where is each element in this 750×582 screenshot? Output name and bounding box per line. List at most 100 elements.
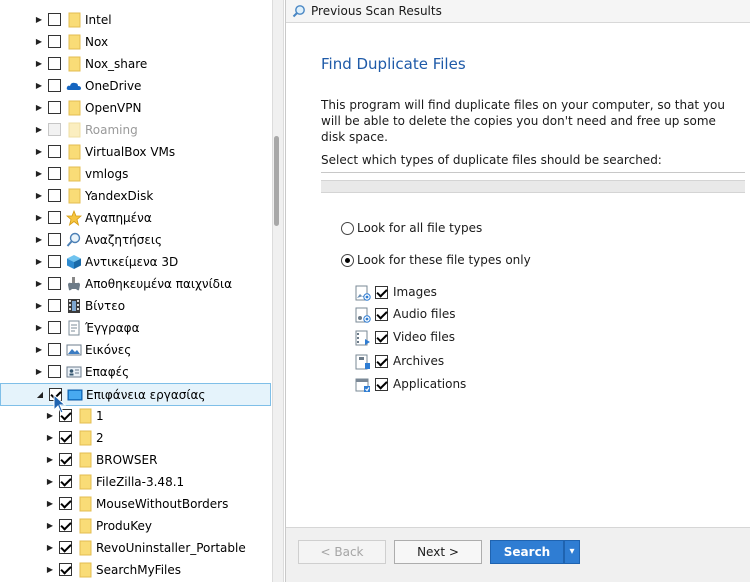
expand-arrow-icon[interactable]: ▶ [34,323,44,333]
panel-splitter[interactable] [272,0,284,582]
radio-these-file-types-only[interactable] [341,254,354,267]
expand-arrow-icon[interactable]: ▶ [34,37,44,47]
file-type-checkbox[interactable] [375,308,388,321]
tree-item-checkbox[interactable] [48,79,61,92]
tree-item-checkbox[interactable] [59,431,72,444]
tree-item[interactable]: ▶ YandexDisk [0,185,272,207]
file-type-checkbox[interactable] [375,378,388,391]
tree-item-checkbox[interactable] [59,541,72,554]
file-type-option[interactable]: Images [355,285,535,303]
tree-item-checkbox[interactable] [48,299,61,312]
tree-item[interactable]: ▶ OneDrive [0,75,272,97]
expand-arrow-icon[interactable]: ▶ [45,565,55,575]
tree-item-checkbox[interactable] [48,167,61,180]
file-type-label[interactable]: Images [393,285,437,299]
file-type-option[interactable]: Video files [355,330,535,348]
tree-item[interactable]: ▶ Αντικείμενα 3D [0,251,272,273]
expand-arrow-icon[interactable]: ▶ [45,543,55,553]
file-type-label[interactable]: Archives [393,354,444,368]
back-button[interactable]: < Back [298,540,386,564]
tree-item-checkbox[interactable] [48,365,61,378]
tree-child-item[interactable]: ▶ SearchMyFiles [0,559,272,581]
tree-item-checkbox[interactable] [48,277,61,290]
expand-arrow-icon[interactable]: ▶ [45,521,55,531]
radio-these-file-types-only-label[interactable]: Look for these file types only [357,253,531,267]
expand-arrow-icon[interactable]: ▶ [45,455,55,465]
tree-item-checkbox[interactable] [48,189,61,202]
tree-item[interactable]: ▶ Nox [0,31,272,53]
file-type-option[interactable]: Archives [355,354,535,372]
file-type-label[interactable]: Applications [393,377,466,391]
expand-arrow-icon[interactable]: ▶ [45,433,55,443]
previous-scan-results-bar[interactable]: Previous Scan Results [286,0,750,23]
search-button[interactable]: Search [490,540,564,564]
tree-item[interactable]: ▶ Αγαπημένα [0,207,272,229]
next-button[interactable]: Next > [394,540,482,564]
tree-item-checkbox[interactable] [59,475,72,488]
tree-item-checkbox[interactable] [59,453,72,466]
expand-arrow-icon[interactable]: ▶ [45,477,55,487]
file-type-checkbox[interactable] [375,331,388,344]
tree-item[interactable]: ▶ Nox_share [0,53,272,75]
tree-item[interactable]: ▶ Βίντεο [0,295,272,317]
tree-item[interactable]: ▶ Έγγραφα [0,317,272,339]
expand-arrow-icon[interactable]: ▶ [34,257,44,267]
tree-item-checkbox[interactable] [48,343,61,356]
file-type-option[interactable]: Audio files [355,307,535,325]
expand-arrow-icon[interactable]: ▶ [34,59,44,69]
expand-arrow-icon[interactable]: ▶ [34,15,44,25]
expand-arrow-icon[interactable]: ▶ [34,191,44,201]
tree-item-checkbox[interactable] [48,233,61,246]
tree-item[interactable]: ▶ Εικόνες [0,339,272,361]
tree-item-checkbox[interactable] [48,321,61,334]
tree-item[interactable]: ▶ VirtualBox VMs [0,141,272,163]
tree-child-item[interactable]: ▶ MouseWithoutBorders [0,493,272,515]
tree-item-checkbox[interactable] [48,145,61,158]
file-type-option[interactable]: Applications [355,377,535,395]
tree-child-item[interactable]: ▶ 1 [0,405,272,427]
tree-item-checkbox[interactable] [59,519,72,532]
tree-scrollbar-thumb[interactable] [274,136,279,226]
expand-arrow-icon[interactable]: ▶ [34,235,44,245]
expand-arrow-icon[interactable]: ▶ [45,499,55,509]
tree-child-item[interactable]: ▶ ProduKey [0,515,272,537]
file-type-checkbox[interactable] [375,355,388,368]
expand-arrow-icon[interactable]: ▶ [34,279,44,289]
expand-arrow-icon[interactable]: ▶ [34,367,44,377]
tree-item-checkbox[interactable] [48,211,61,224]
tree-item[interactable]: ▶ OpenVPN [0,97,272,119]
expand-arrow-icon[interactable]: ▶ [34,213,44,223]
folder-tree[interactable]: ▶ Intel ▶ Nox ▶ Nox_share ▶ OneDrive ▶ OpenVPN ▶ Ro… [0,0,272,582]
expand-arrow-icon[interactable]: ▶ [34,125,44,135]
tree-item-checkbox[interactable] [48,35,61,48]
expand-arrow-icon[interactable]: ▶ [34,301,44,311]
tree-child-item[interactable]: ▶ FileZilla-3.48.1 [0,471,272,493]
file-type-label[interactable]: Video files [393,330,455,344]
previous-scan-results-label[interactable]: Previous Scan Results [311,4,442,18]
tree-item-checkbox[interactable] [48,13,61,26]
tree-item[interactable]: ▶ Αναζητήσεις [0,229,272,251]
expand-arrow-icon[interactable]: ▶ [34,147,44,157]
tree-item-checkbox[interactable] [48,255,61,268]
expand-arrow-icon[interactable]: ▶ [34,345,44,355]
tree-item[interactable]: ◢ Επιφάνεια εργασίας [0,383,271,406]
tree-item[interactable]: ▶ Roaming [0,119,272,141]
tree-item[interactable]: ▶ Επαφές [0,361,272,383]
radio-all-file-types-label[interactable]: Look for all file types [357,221,482,235]
tree-item-checkbox[interactable] [48,123,61,136]
radio-all-file-types[interactable] [341,222,354,235]
tree-item-checkbox[interactable] [48,57,61,70]
expand-arrow-icon[interactable]: ▶ [34,169,44,179]
file-type-checkbox[interactable] [375,286,388,299]
expand-arrow-icon[interactable]: ▶ [34,103,44,113]
tree-child-item[interactable]: ▶ RevoUninstaller_Portable [0,537,272,559]
tree-item-checkbox[interactable] [48,101,61,114]
file-type-label[interactable]: Audio files [393,307,455,321]
tree-item-checkbox[interactable] [59,563,72,576]
tree-child-item[interactable]: ▶ 2 [0,427,272,449]
expand-arrow-icon[interactable]: ▶ [34,81,44,91]
tree-item[interactable]: ▶ vmlogs [0,163,272,185]
tree-child-item[interactable]: ▶ BROWSER [0,449,272,471]
tree-item[interactable]: ▶ Αποθηκευμένα παιχνίδια [0,273,272,295]
tree-item-checkbox[interactable] [59,497,72,510]
